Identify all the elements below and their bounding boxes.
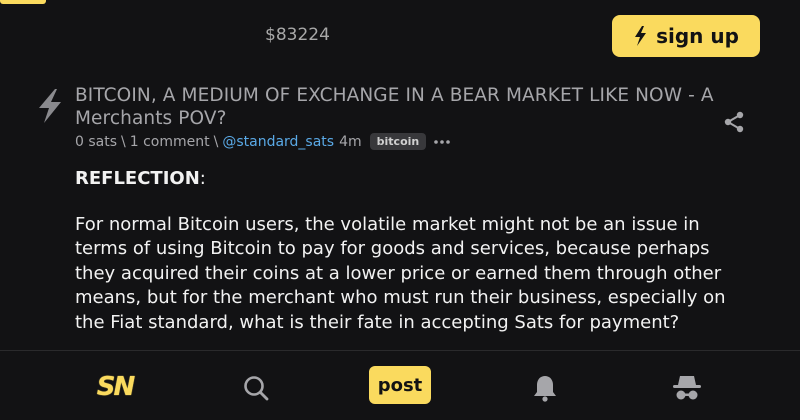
bottom-nav: SN post <box>0 350 800 420</box>
signup-button[interactable]: sign up <box>612 15 760 57</box>
body-heading: REFLECTION <box>75 168 200 189</box>
post-time[interactable]: 4m <box>339 134 362 150</box>
body-heading-colon: : <box>199 168 206 189</box>
meta-separator: \ <box>213 133 219 150</box>
btc-price: $83224 <box>265 25 330 45</box>
post-tag-badge[interactable]: bitcoin <box>369 133 427 150</box>
post-author-link[interactable]: @standard_sats <box>222 134 334 150</box>
zap-bolt-icon[interactable] <box>35 88 65 124</box>
post-sats: 0 sats <box>75 133 118 150</box>
top-accent-tab <box>0 0 46 4</box>
post-comments-link[interactable]: 1 comment <box>130 134 210 150</box>
bolt-icon <box>633 26 647 46</box>
post-button[interactable]: post <box>369 366 431 404</box>
meta-separator: \ <box>121 133 126 150</box>
bell-icon[interactable] <box>531 373 559 403</box>
body-paragraph: For normal Bitcoin users, the volatile m… <box>75 213 726 333</box>
share-icon[interactable] <box>722 110 746 134</box>
post-title[interactable]: BITCOIN, A MEDIUM OF EXCHANGE IN A BEAR … <box>75 84 715 130</box>
search-icon[interactable] <box>241 373 271 403</box>
more-icon[interactable] <box>434 139 451 145</box>
sn-logo[interactable]: SN <box>92 370 138 404</box>
signup-label: sign up <box>656 24 739 48</box>
post-body: REFLECTION: For normal Bitcoin users, th… <box>75 167 745 335</box>
post-meta: 0 sats \ 1 comment \ @standard_sats 4m b… <box>75 133 451 150</box>
spy-icon[interactable] <box>671 373 703 403</box>
